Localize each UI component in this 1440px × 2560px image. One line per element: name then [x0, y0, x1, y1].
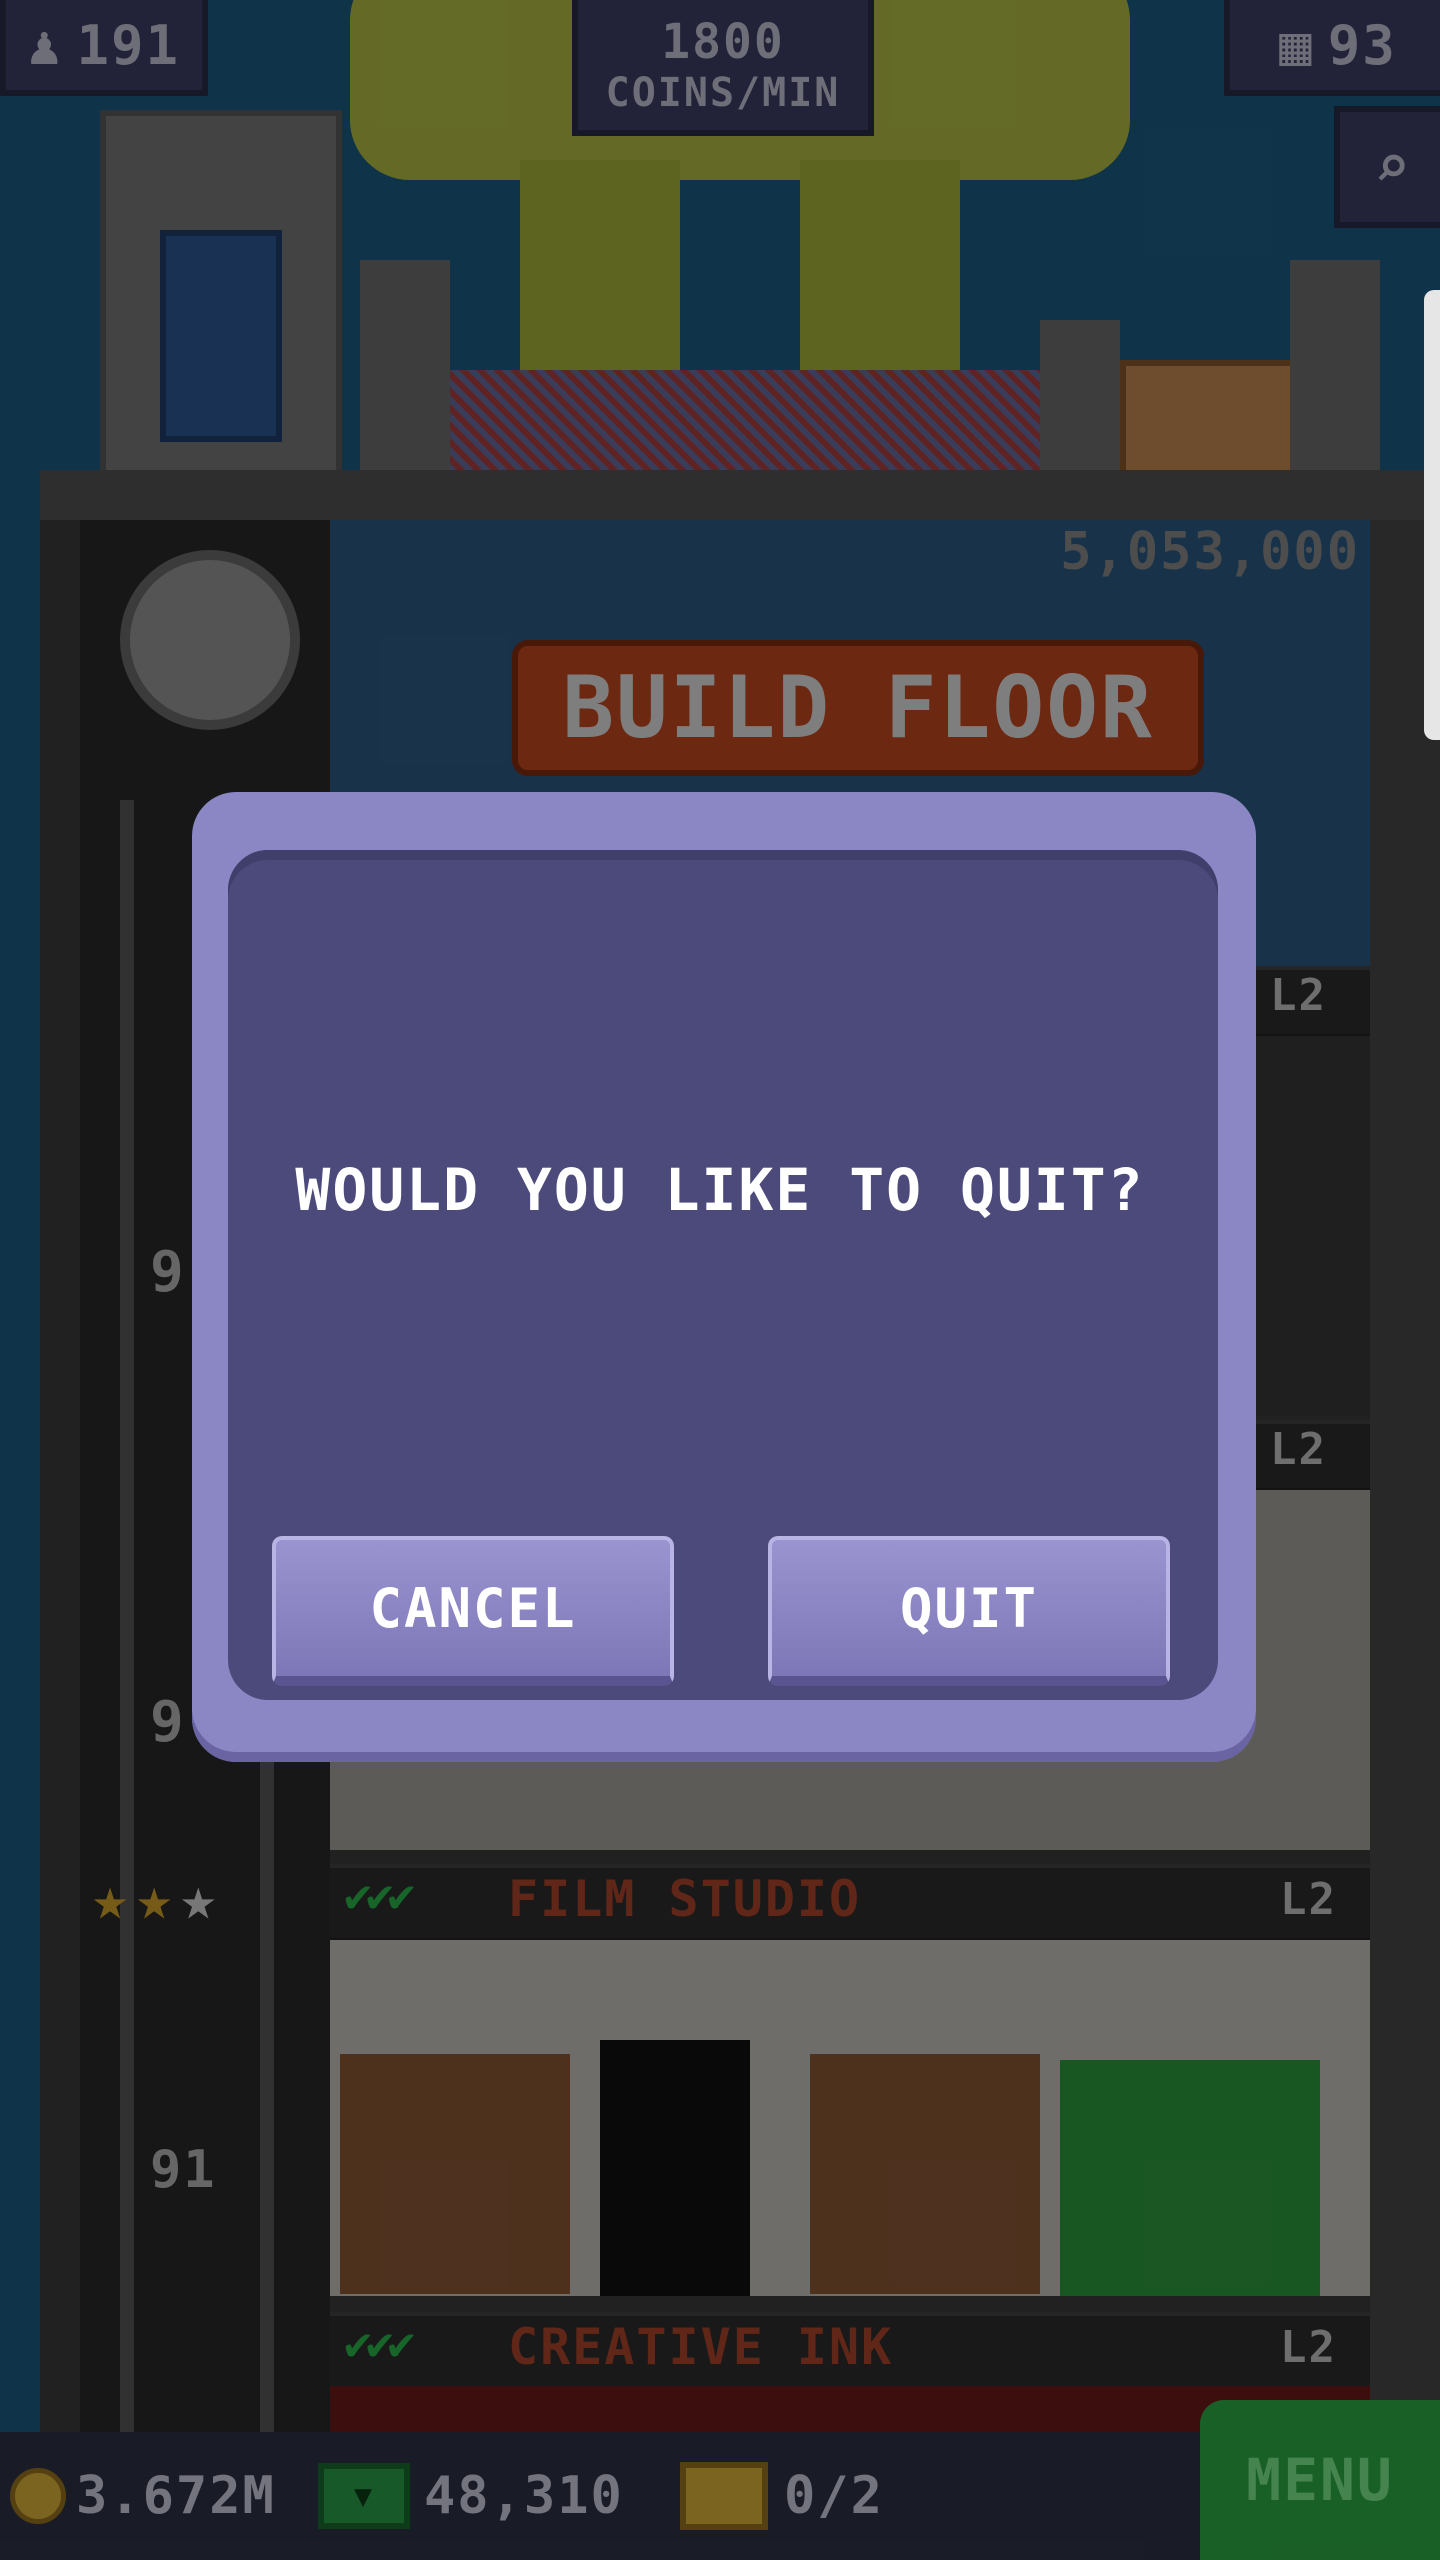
cancel-button[interactable]: CANCEL: [272, 1536, 674, 1686]
quit-label: QUIT: [899, 1576, 1039, 1640]
edge-panel-handle[interactable]: [1424, 290, 1440, 740]
quit-dialog-message: WOULD YOU LIKE TO QUIT?: [295, 1156, 1145, 1224]
quit-button[interactable]: QUIT: [768, 1536, 1170, 1686]
cancel-label: CANCEL: [369, 1576, 577, 1640]
